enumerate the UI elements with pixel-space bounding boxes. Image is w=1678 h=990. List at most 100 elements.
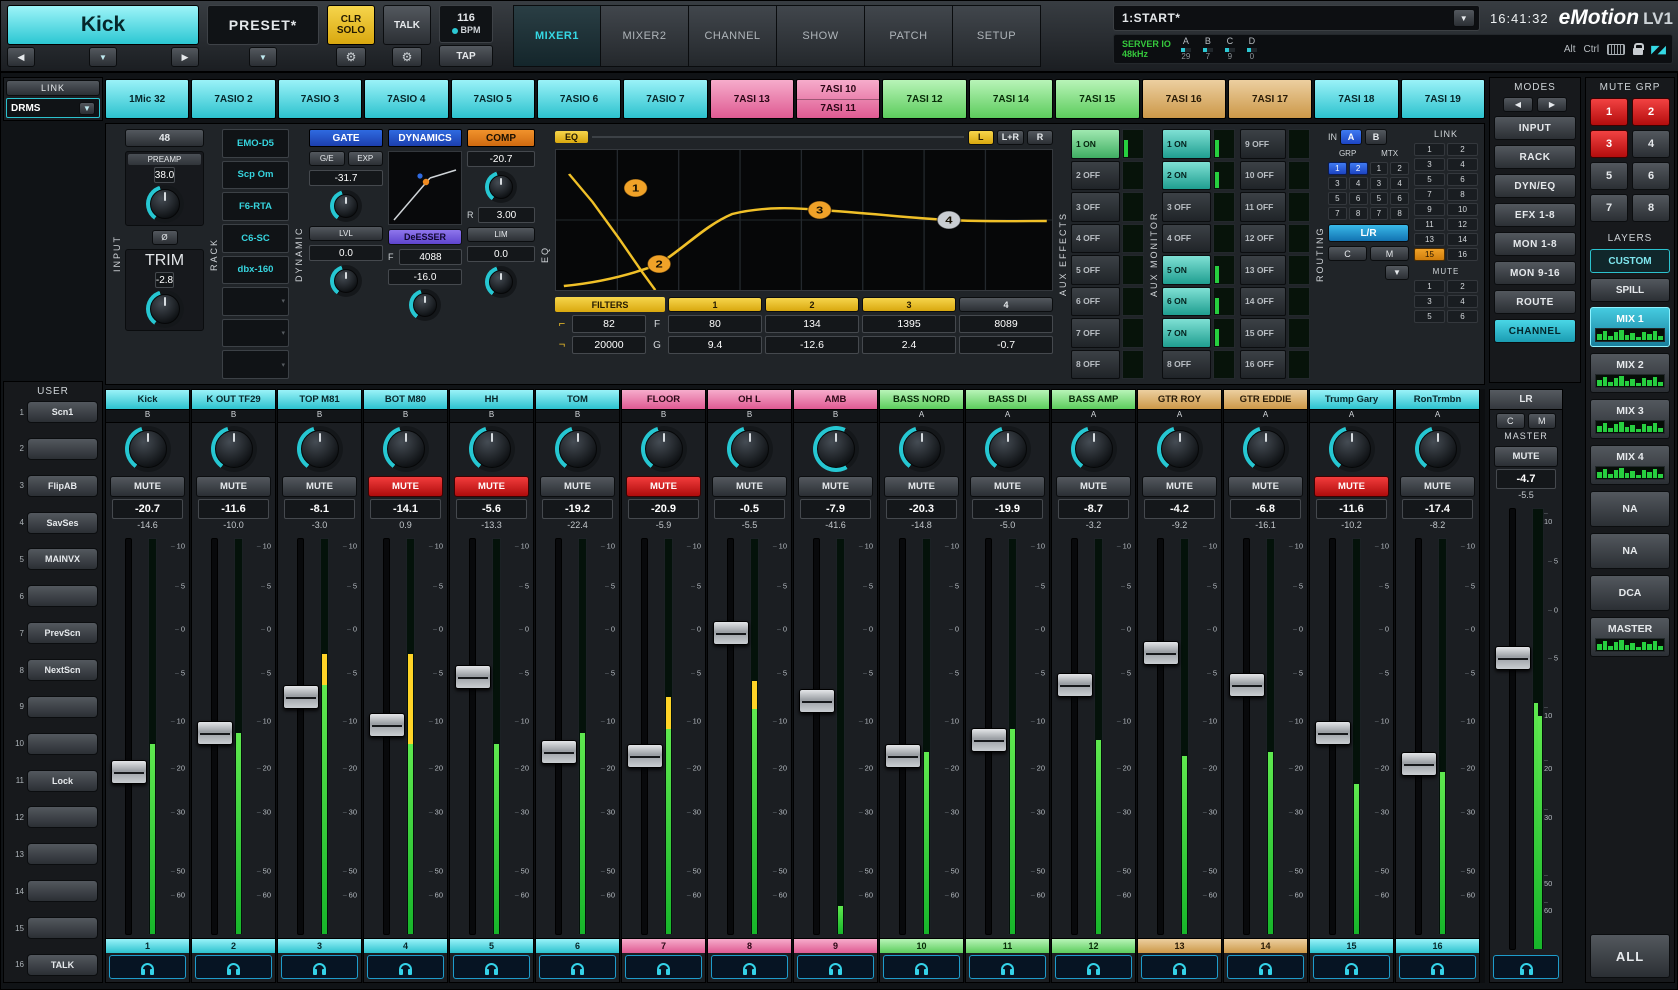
user-key-button[interactable] [27,585,98,607]
input-channel-tab[interactable]: 7ASIO 4 [364,79,448,119]
headphone-button[interactable] [969,955,1046,979]
headphone-button[interactable] [711,955,788,979]
fader-handle[interactable] [111,760,147,784]
fader-value[interactable]: -20.7 [112,499,183,519]
mute-button[interactable]: MUTE [1314,476,1389,497]
fader-value[interactable]: -8.7 [1058,499,1129,519]
preamp-knob[interactable] [146,185,184,223]
headphone-button[interactable] [539,955,616,979]
eq-band-button[interactable]: 1 [668,297,762,312]
input-channel-tab[interactable]: 7ASI 10 7ASI 11 [796,79,880,119]
expand-window-icon[interactable]: ◤◢ [1651,43,1664,56]
lock-icon[interactable] [1633,48,1643,55]
user-key-button[interactable] [27,880,98,902]
input-channel-tab[interactable]: 7ASI 15 [1055,79,1139,119]
eq-tag[interactable]: EQ [555,131,588,143]
preset-button[interactable]: PRESET* [207,5,319,45]
layer-button[interactable]: MIX 3 [1590,399,1670,439]
mute-button[interactable]: MUTE [540,476,615,497]
headphone-button[interactable] [281,955,358,979]
rack-plugin-slot[interactable]: ▾ [222,350,289,379]
master-cue-button[interactable]: C [1496,413,1525,429]
direct-out-dropdown-icon[interactable]: ▼ [1385,265,1409,280]
fader-handle[interactable] [1401,752,1437,776]
aux-send-button[interactable]: 4 OFF [1071,224,1120,254]
aux-send-button[interactable]: 4 OFF [1162,224,1211,254]
input-channel-tab[interactable]: 7ASI 18 [1314,79,1398,119]
assign-number-cell[interactable]: 1 [1328,162,1347,175]
ab-input-button[interactable]: A [1340,129,1362,145]
main-tab[interactable]: PATCH [865,5,953,67]
channel-name[interactable]: Trump Gary [1310,390,1393,410]
mute-group-button[interactable]: 6 [1632,162,1670,190]
headphone-button[interactable] [453,955,530,979]
limiter-button[interactable]: LIM [467,227,535,242]
aux-send-button[interactable]: 5 ON [1162,255,1211,285]
deesser-threshold-value[interactable]: -16.0 [388,269,462,285]
assign-number-cell[interactable]: 12 [1447,218,1478,231]
main-tab[interactable]: MIXER2 [601,5,689,67]
assign-number-cell[interactable]: 16 [1447,248,1478,261]
headphone-button[interactable] [1141,955,1218,979]
eq-band-button[interactable]: 4 [959,297,1053,312]
channel-name[interactable]: OH L [708,390,791,410]
fader-handle[interactable] [799,689,835,713]
lpf-slope-icon[interactable]: ¬ [555,336,569,354]
mute-button[interactable]: MUTE [1228,476,1303,497]
dynamics-header[interactable]: DYNAMICS [388,129,462,147]
link-group-dropdown-icon[interactable]: ▼ [79,102,95,115]
user-key-button[interactable]: FlipAB [27,475,98,497]
user-key-button[interactable] [27,438,98,460]
aux-send-button[interactable]: 1 ON [1071,129,1120,159]
headphone-button[interactable] [797,955,874,979]
mute-button[interactable]: MUTE [282,476,357,497]
mode-button[interactable]: CHANNEL [1494,319,1576,343]
aux-send-button[interactable]: 3 OFF [1162,192,1211,222]
assign-number-cell[interactable]: 4 [1447,158,1478,171]
talk-settings-gear-icon[interactable]: ⚙ [392,47,422,67]
headphone-button[interactable] [1055,955,1132,979]
input-channel-tab[interactable]: 7ASIO 7 [623,79,707,119]
layer-button[interactable]: MASTER [1590,617,1670,657]
input-channel-tab[interactable]: 7ASIO 6 [537,79,621,119]
mute-group-button[interactable]: 7 [1590,194,1628,222]
layer-button[interactable]: ALL [1590,934,1670,978]
user-key-button[interactable]: PrevScn [27,622,98,644]
assign-number-cell[interactable]: 5 [1414,310,1445,323]
eq-value-box[interactable]: 80 [668,315,762,333]
prev-channel-button[interactable]: ◀ [7,47,35,67]
assign-number-cell[interactable]: 13 [1414,233,1445,246]
gate-floor-value[interactable]: 0.0 [309,245,383,261]
pan-knob[interactable] [1071,426,1117,472]
input-channel-tab[interactable]: 7ASIO 3 [278,79,362,119]
aux-send-button[interactable]: 13 OFF [1240,255,1286,285]
headphone-button[interactable] [367,955,444,979]
aux-send-button[interactable]: 10 OFF [1240,161,1286,191]
assign-number-cell[interactable]: 2 [1447,280,1478,293]
mute-button[interactable]: MUTE [884,476,959,497]
input-channel-tab[interactable]: 7ASI 16 [1142,79,1226,119]
assign-number-cell[interactable]: 3 [1328,177,1347,190]
fader-value[interactable]: -19.9 [972,499,1043,519]
channel-name[interactable]: Kick [106,390,189,410]
assign-number-cell[interactable]: 10 [1447,203,1478,216]
eq-value-box[interactable]: -12.6 [765,336,859,354]
channel-name[interactable]: TOM [536,390,619,410]
link-group-selector[interactable]: DRMS ▼ [6,98,100,118]
input-channel-tab[interactable]: 7ASI 12 [882,79,966,119]
assign-number-cell[interactable]: 6 [1390,192,1409,205]
eq-value-box[interactable]: 1395 [862,315,956,333]
input-channel-tab[interactable]: 7ASI 17 [1228,79,1312,119]
channel-name[interactable]: FLOOR [622,390,705,410]
assign-number-cell[interactable]: 1 [1414,280,1445,293]
master-mono-button[interactable]: M [1528,413,1557,429]
ab-input-button[interactable]: B [1365,129,1387,145]
pan-knob[interactable] [211,426,257,472]
assign-number-cell[interactable]: 4 [1447,295,1478,308]
aux-send-button[interactable]: 7 ON [1162,318,1211,348]
pan-knob[interactable] [641,426,687,472]
channel-name[interactable]: BASS AMP [1052,390,1135,410]
eq-band-markers[interactable]: 1234 [624,179,961,273]
assign-number-cell[interactable]: 1 [1414,143,1445,156]
mute-group-button[interactable]: 3 [1590,130,1628,158]
